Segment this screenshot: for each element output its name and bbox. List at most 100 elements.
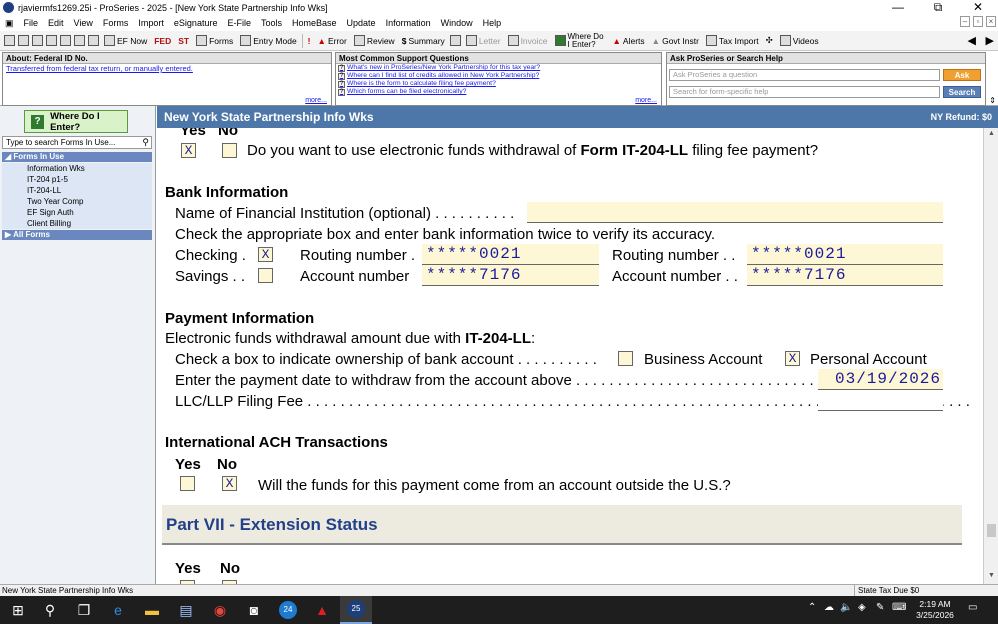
notifications-icon[interactable]: ▭ — [968, 602, 977, 613]
efnow-button[interactable]: EF Now — [102, 35, 149, 46]
app-icon-generic[interactable]: ◙ — [238, 596, 270, 624]
menu-file[interactable]: File — [19, 18, 44, 28]
clock[interactable]: 2:19 AM 3/25/2026 — [910, 599, 960, 621]
menu-efile[interactable]: E-File — [222, 18, 256, 28]
start-button[interactable]: ⊞ — [2, 596, 34, 624]
institution-field[interactable] — [527, 202, 943, 223]
taskbar-search-icon[interactable]: ⚲ — [34, 596, 66, 624]
open-icon[interactable] — [18, 35, 29, 46]
cloud-icon[interactable]: ☁ — [824, 602, 834, 613]
save-icon[interactable] — [32, 35, 43, 46]
search-button[interactable]: Search — [943, 86, 981, 98]
all-forms-header[interactable]: ▶ All Forms — [2, 230, 152, 240]
support-question[interactable]: ? What's new in ProSeries/New York Partne… — [336, 64, 661, 72]
acrobat-icon[interactable]: ▲ — [306, 596, 338, 624]
support-more-link[interactable]: more... — [635, 97, 657, 104]
edge-icon[interactable]: e — [102, 596, 134, 624]
about-more-link[interactable]: more... — [305, 97, 327, 104]
arrow-left-icon[interactable]: ◀ — [968, 34, 976, 47]
ask-button[interactable]: Ask — [943, 69, 981, 81]
calculator-icon[interactable] — [449, 35, 461, 46]
videos-button[interactable]: Videos — [778, 35, 821, 46]
collapse-panels-icon[interactable]: ⇕ — [989, 96, 996, 105]
volume-icon[interactable]: 🔈 — [840, 602, 852, 613]
menu-view[interactable]: View — [69, 18, 98, 28]
chrome-icon[interactable]: ◉ — [204, 596, 236, 624]
homebase-icon[interactable] — [74, 35, 85, 46]
support-question[interactable]: ? Where can I find list of credits allowe… — [336, 72, 661, 80]
restore-button[interactable]: ⧉ — [918, 0, 958, 14]
close-button[interactable]: ✕ — [958, 0, 998, 14]
search-help-input[interactable]: Search for form-specific help — [669, 86, 940, 98]
menu-window[interactable]: Window — [436, 18, 478, 28]
summary-button[interactable]: $ Summary — [400, 36, 447, 46]
alerts-button[interactable]: ▲ Alerts — [611, 36, 647, 46]
sidebar-item-it204[interactable]: IT-204 p1-5 — [2, 174, 152, 185]
menu-homebase[interactable]: HomeBase — [287, 18, 342, 28]
routing-field-2[interactable]: *****0021 — [747, 244, 943, 265]
sidebar-item-ef-sign-auth[interactable]: EF Sign Auth — [2, 207, 152, 218]
support-question[interactable]: ? Which forms can be filed electronically… — [336, 88, 661, 96]
forms-button[interactable]: Forms — [194, 35, 235, 46]
form-scrollbar[interactable]: ▲ ▼ — [983, 128, 998, 584]
menu-esignature[interactable]: eSignature — [169, 18, 223, 28]
red-flag-button[interactable]: ! — [306, 36, 313, 46]
file-explorer-icon[interactable]: ▬ — [136, 596, 168, 624]
ask-input[interactable]: Ask ProSeries a question — [669, 69, 940, 81]
scroll-thumb[interactable] — [987, 524, 996, 537]
pen-icon[interactable]: ✎ — [876, 602, 884, 613]
about-link[interactable]: Transferred from federal tax return, or … — [3, 64, 331, 73]
doc-close-icon[interactable]: × — [986, 16, 996, 27]
ach-yes-checkbox[interactable] — [180, 476, 195, 491]
support-question[interactable]: ? Where is the form to calculate filing f… — [336, 80, 661, 88]
payment-date-field[interactable]: 03/19/2026 — [818, 369, 943, 390]
checking-checkbox[interactable]: X — [258, 247, 273, 262]
tax-import-button[interactable]: Tax Import — [704, 35, 761, 46]
doc-restore-icon[interactable]: ▫ — [973, 16, 983, 27]
doc-minimize-icon[interactable]: – — [960, 16, 970, 27]
forms-search-input[interactable]: Type to search Forms In Use... ⚲ — [2, 136, 152, 149]
personal-account-checkbox[interactable]: X — [785, 351, 800, 366]
st-button[interactable]: ST — [176, 36, 191, 46]
invoice-button[interactable]: Invoice — [506, 35, 550, 46]
print-icon[interactable] — [46, 35, 57, 46]
scroll-up-icon[interactable]: ▲ — [988, 130, 995, 137]
proseries-24-icon[interactable]: 24 — [272, 596, 304, 624]
efw-no-checkbox[interactable] — [222, 143, 237, 158]
filing-fee-field[interactable] — [818, 390, 943, 411]
menu-forms[interactable]: Forms — [98, 18, 134, 28]
routing-field-1[interactable]: *****0021 — [422, 244, 599, 265]
sidebar-item-it204ll[interactable]: IT-204-LL — [2, 185, 152, 196]
savings-checkbox[interactable] — [258, 268, 273, 283]
menu-update[interactable]: Update — [342, 18, 381, 28]
menu-tools[interactable]: Tools — [256, 18, 287, 28]
print-options-icon[interactable] — [60, 35, 71, 46]
menu-information[interactable]: Information — [381, 18, 436, 28]
home-icon[interactable] — [88, 35, 99, 46]
sidebar-item-client-billing[interactable]: Client Billing — [2, 218, 152, 229]
account-field-1[interactable]: *****7176 — [422, 265, 599, 286]
fed-button[interactable]: FED — [152, 36, 173, 46]
account-field-2[interactable]: *****7176 — [747, 265, 943, 286]
notes-icon[interactable]: ▤ — [170, 596, 202, 624]
entry-mode-button[interactable]: Entry Mode — [238, 35, 298, 46]
proseries-25-icon[interactable]: 25 — [340, 596, 372, 624]
menu-help[interactable]: Help — [478, 18, 507, 28]
task-view-icon[interactable]: ❐ — [68, 596, 100, 624]
error-button[interactable]: ▲ Error — [316, 36, 349, 46]
menu-import[interactable]: Import — [133, 18, 169, 28]
new-icon[interactable] — [4, 35, 15, 46]
minimize-button[interactable]: — — [878, 0, 918, 14]
menu-edit[interactable]: Edit — [43, 18, 69, 28]
sidebar-item-information-wks[interactable]: Information Wks — [2, 163, 152, 174]
arrow-right-icon[interactable]: ▶ — [986, 34, 994, 47]
where-do-i-enter-button[interactable]: Where Do I Enter? — [553, 32, 608, 49]
scroll-down-icon[interactable]: ▼ — [988, 572, 995, 579]
efw-yes-checkbox[interactable]: X — [181, 143, 196, 158]
govt-instr-button[interactable]: ▲ Govt Instr — [650, 36, 701, 46]
ach-no-checkbox[interactable]: X — [222, 476, 237, 491]
keyboard-icon[interactable]: ⌨ — [892, 602, 906, 613]
letter-button[interactable]: Letter — [464, 35, 503, 46]
lifebuoy-button[interactable]: ✣ — [764, 35, 775, 46]
forms-in-use-header[interactable]: ◢ Forms In Use — [2, 152, 152, 162]
